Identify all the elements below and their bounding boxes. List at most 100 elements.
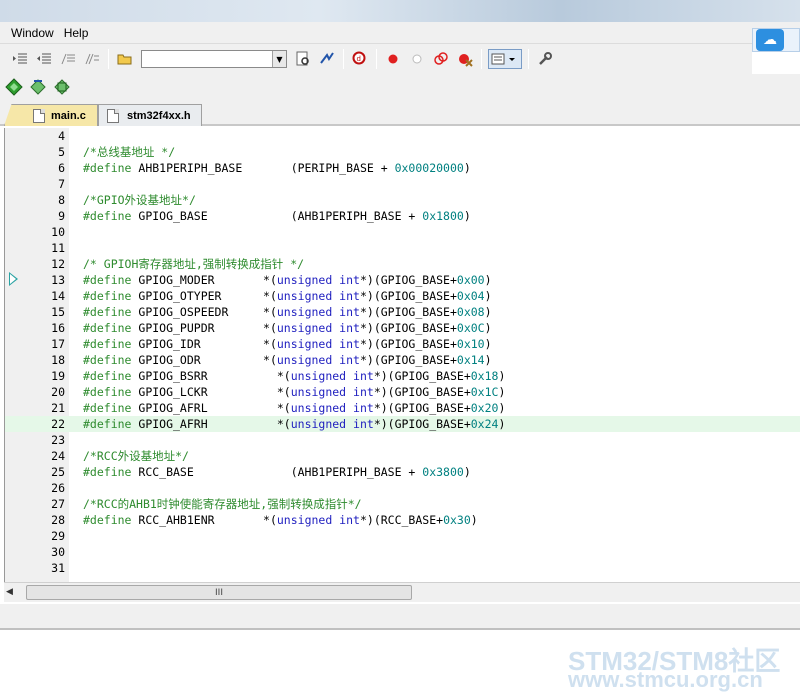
code-line[interactable]: 31 (5, 560, 800, 576)
debug-session-icon[interactable]: d (350, 49, 370, 69)
code-line[interactable]: 25 #define RCC_BASE (AHB1PERIPH_BASE + 0x… (5, 464, 800, 480)
code-token: 0x1C (470, 385, 499, 399)
code-token: ) (463, 161, 471, 175)
horizontal-scrollbar[interactable]: ◀ III (4, 582, 800, 602)
find-in-files-icon[interactable] (293, 49, 313, 69)
configure-icon[interactable] (535, 49, 555, 69)
rebuild-icon[interactable] (52, 77, 72, 97)
code-line[interactable]: 30 (5, 544, 800, 560)
line-number: 7 (58, 177, 65, 191)
uncomment-icon[interactable] (82, 49, 102, 69)
download-icon[interactable] (28, 77, 48, 97)
code-line[interactable]: 5 /*总线基地址 */ (5, 144, 800, 160)
open-folder-icon[interactable] (115, 49, 135, 69)
scrollbar-thumb[interactable]: III (26, 585, 412, 600)
tab-stm32f4xx-h[interactable]: stm32f4xx.h (98, 104, 202, 126)
kill-breakpoints-icon[interactable] (431, 49, 451, 69)
code-line[interactable]: 20 #define GPIOG_LCKR *(unsigned int*)(GP… (5, 384, 800, 400)
code-token: GPIOG_AFRH *( (131, 417, 291, 431)
line-text: #define GPIOG_BSRR *(unsigned int*)(GPIO… (83, 368, 505, 384)
code-line[interactable]: 15 #define GPIOG_OSPEEDR *(unsigned int*)… (5, 304, 800, 320)
line-number: 19 (51, 369, 65, 383)
code-token: *)(GPIOG_BASE+ (359, 337, 457, 351)
code-token: GPIOG_IDR *( (131, 337, 277, 351)
code-line[interactable]: 6 #define AHB1PERIPH_BASE (PERIPH_BASE + … (5, 160, 800, 176)
breakpoint-icon[interactable] (383, 49, 403, 69)
code-line[interactable]: 4 (5, 128, 800, 144)
code-token: /*RCC的AHB1时钟使能寄存器地址,强制转换成指针*/ (83, 497, 362, 511)
build-target-icon[interactable] (4, 77, 24, 97)
menu-window[interactable]: Window (6, 26, 59, 40)
code-line[interactable]: 29 (5, 528, 800, 544)
watermark-url: www.stmcu.org.cn (568, 667, 763, 692)
cloud-sync-button[interactable]: ☁ (752, 28, 800, 52)
line-text: #define GPIOG_OSPEEDR *(unsigned int*)(G… (83, 304, 492, 320)
code-line[interactable]: 9 #define GPIOG_BASE (AHB1PERIPH_BASE + 0… (5, 208, 800, 224)
line-number: 10 (51, 225, 65, 239)
menu-help[interactable]: Help (59, 26, 94, 40)
code-line[interactable]: 23 (5, 432, 800, 448)
indent-icon[interactable] (10, 49, 30, 69)
code-line[interactable]: 12 /* GPIOH寄存器地址,强制转换成指针 */ (5, 256, 800, 272)
outdent-icon[interactable] (34, 49, 54, 69)
cloud-icon: ☁ (756, 29, 784, 51)
code-token: unsigned int (290, 385, 374, 399)
code-token: ) (498, 385, 506, 399)
code-token: *)(GPIOG_BASE+ (359, 321, 457, 335)
code-line[interactable]: 24 /*RCC外设基地址*/ (5, 448, 800, 464)
code-line[interactable]: 18 #define GPIOG_ODR *(unsigned int*)(GPI… (5, 352, 800, 368)
line-text: #define GPIOG_OTYPER *(unsigned int*)(GP… (83, 288, 492, 304)
code-token: *)(GPIOG_BASE+ (373, 385, 471, 399)
chevron-down-icon[interactable]: ▼ (272, 51, 286, 67)
code-line[interactable]: 11 (5, 240, 800, 256)
code-line[interactable]: 13 #define GPIOG_MODER *(unsigned int*)(G… (5, 272, 800, 288)
code-token: GPIOG_MODER *( (131, 273, 277, 287)
code-token: unsigned int (276, 305, 360, 319)
toolbar-separator (108, 49, 109, 69)
line-number: 22 (51, 417, 65, 431)
line-text: #define GPIOG_AFRH *(unsigned int*)(GPIO… (83, 416, 505, 432)
code-line[interactable]: 7 (5, 176, 800, 192)
goto-icon[interactable] (317, 49, 337, 69)
code-line[interactable]: 27 /*RCC的AHB1时钟使能寄存器地址,强制转换成指针*/ (5, 496, 800, 512)
line-number: 23 (51, 433, 65, 447)
code-token: *)(GPIOG_BASE+ (359, 353, 457, 367)
scroll-left-icon[interactable]: ◀ (6, 587, 13, 597)
disabled-breakpoint-icon[interactable] (407, 49, 427, 69)
code-editor[interactable]: 4 5 /*总线基地址 */ 6 #define AHB1PERIPH_BASE (PE… (4, 128, 800, 582)
code-token: ) (484, 321, 492, 335)
code-line[interactable]: 14 #define GPIOG_OTYPER *(unsigned int*)(… (5, 288, 800, 304)
code-token: #define (83, 337, 132, 351)
find-combo-box[interactable]: ▼ (141, 50, 287, 68)
toolbar-separator (481, 49, 482, 69)
tab-main-c[interactable]: main.c (4, 104, 98, 126)
line-number: 21 (51, 401, 65, 415)
code-line[interactable]: 28 #define RCC_AHB1ENR *(unsigned int*)(R… (5, 512, 800, 528)
code-line[interactable]: 17 #define GPIOG_IDR *(unsigned int*)(GPI… (5, 336, 800, 352)
code-line[interactable]: 10 (5, 224, 800, 240)
tab-label: stm32f4xx.h (127, 109, 191, 122)
code-token: unsigned int (276, 353, 360, 367)
window-layout-icon[interactable] (488, 49, 522, 69)
kill-all-icon[interactable] (455, 49, 475, 69)
code-line[interactable]: 21 #define GPIOG_AFRL *(unsigned int*)(GP… (5, 400, 800, 416)
line-number: 9 (58, 209, 65, 223)
comment-icon[interactable] (58, 49, 78, 69)
code-token: unsigned int (276, 273, 360, 287)
code-line[interactable]: 8 /*GPIO外设基地址*/ (5, 192, 800, 208)
line-text: #define GPIOG_PUPDR *(unsigned int*)(GPI… (83, 320, 492, 336)
code-line[interactable]: 19 #define GPIOG_BSRR *(unsigned int*)(GP… (5, 368, 800, 384)
line-text: /*总线基地址 */ (83, 144, 175, 160)
window-title-strip (0, 0, 800, 22)
code-token: #define (83, 385, 132, 399)
line-number: 16 (51, 321, 65, 335)
code-line[interactable]: 26 (5, 480, 800, 496)
line-number: 11 (51, 241, 65, 255)
code-line[interactable]: 16 #define GPIOG_PUPDR *(unsigned int*)(G… (5, 320, 800, 336)
line-text: /*RCC外设基地址*/ (83, 448, 189, 464)
code-token: *)(RCC_BASE+ (359, 513, 444, 527)
code-token: unsigned int (290, 417, 374, 431)
code-token: GPIOG_AFRL *( (131, 401, 291, 415)
file-icon (107, 108, 119, 123)
code-line[interactable]: 22 #define GPIOG_AFRH *(unsigned int*)(GP… (5, 416, 800, 432)
